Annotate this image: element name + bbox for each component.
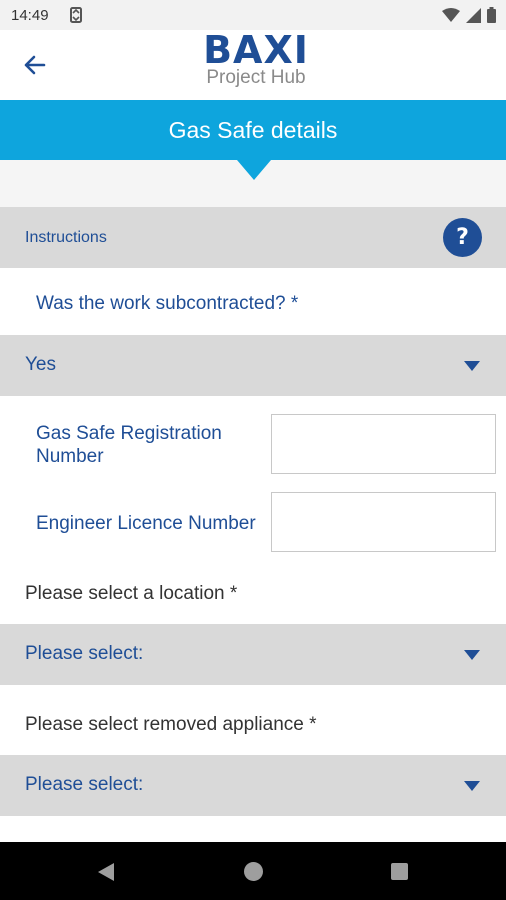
licence-input[interactable]	[271, 492, 496, 552]
removed-appliance-label: Please select removed appliance *	[25, 714, 317, 735]
location-label: Please select a location *	[25, 583, 238, 604]
subcontracted-value: Yes	[25, 354, 56, 375]
baxi-logo: BAXI Project Hub	[200, 30, 312, 88]
removed-appliance-select[interactable]: Please select:	[0, 755, 506, 816]
logo-subtitle: Project Hub	[206, 67, 306, 88]
gas-safe-input[interactable]	[271, 414, 496, 474]
chevron-down-icon	[464, 781, 480, 791]
status-time: 14:49	[11, 7, 49, 24]
bottom-strip	[0, 816, 506, 842]
location-value: Please select:	[25, 643, 144, 664]
subcontracted-select[interactable]: Yes	[0, 335, 506, 396]
logo-brand: BAXI	[203, 28, 309, 72]
battery-icon	[487, 7, 496, 28]
chevron-down-icon	[464, 650, 480, 660]
arrow-left-icon	[20, 55, 50, 84]
app-header: BAXI Project Hub	[0, 30, 506, 100]
removed-appliance-value: Please select:	[25, 774, 144, 795]
instructions-bar[interactable]: Instructions	[0, 207, 506, 268]
title-notch	[237, 160, 271, 180]
title-band: Gas Safe details	[0, 100, 506, 160]
back-button[interactable]	[20, 50, 50, 80]
nav-home-icon[interactable]	[244, 862, 263, 881]
instructions-label: Instructions	[25, 229, 107, 246]
sync-icon	[68, 6, 84, 29]
location-select[interactable]: Please select:	[0, 624, 506, 685]
gas-safe-label: Gas Safe Registration Number	[36, 423, 222, 467]
licence-label: Engineer Licence Number	[36, 513, 256, 534]
page-title: Gas Safe details	[168, 117, 338, 143]
nav-back-icon[interactable]	[97, 862, 115, 887]
nav-recents-icon[interactable]	[391, 863, 408, 880]
chevron-down-icon	[464, 361, 480, 371]
subcontracted-question: Was the work subcontracted? *	[36, 293, 299, 314]
signal-icon	[466, 7, 481, 28]
status-bar: 14:49	[0, 0, 506, 30]
help-icon: ?	[456, 225, 469, 250]
help-button[interactable]: ?	[443, 218, 482, 257]
wifi-icon	[442, 7, 460, 28]
